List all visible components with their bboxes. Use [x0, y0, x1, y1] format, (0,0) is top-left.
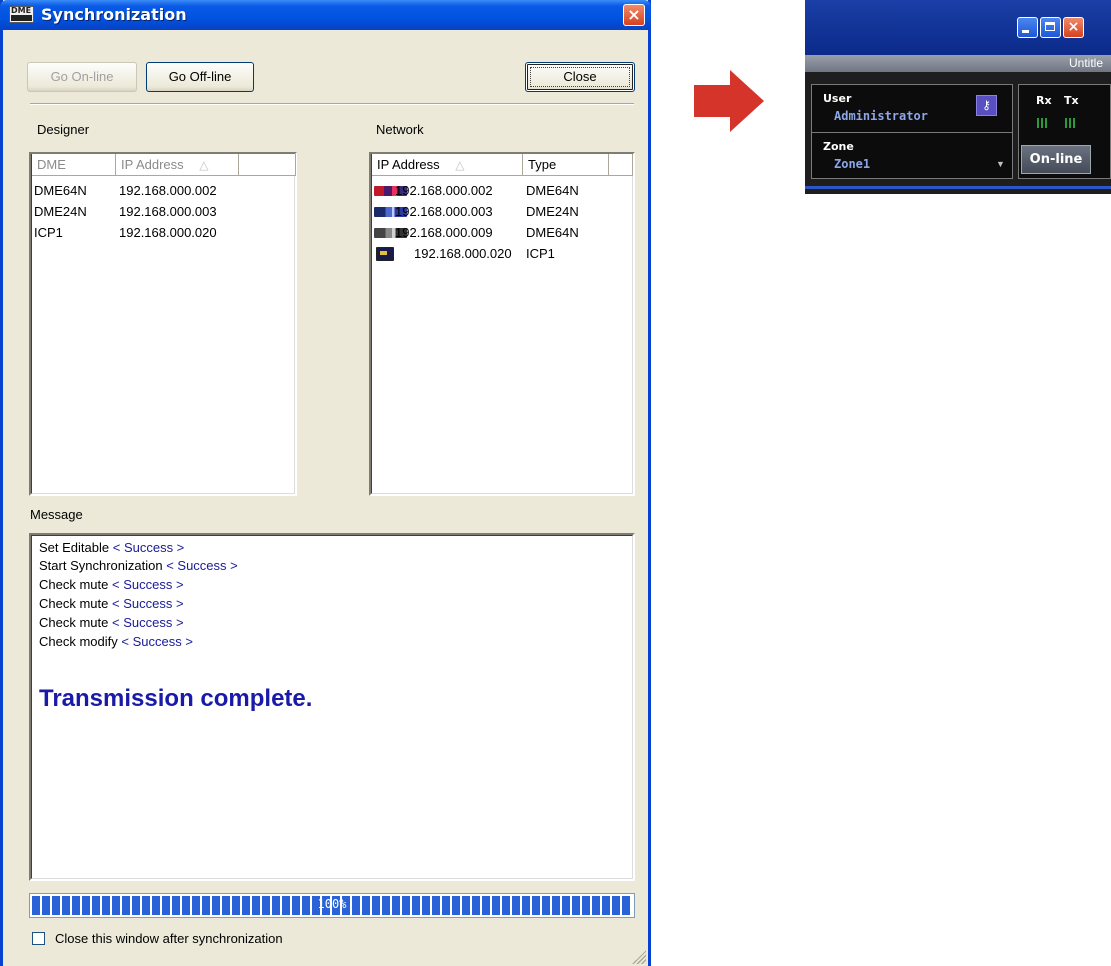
- online-button[interactable]: On-line: [1021, 145, 1091, 174]
- network-ip-cell: 192.168.000.009: [395, 225, 493, 240]
- icp1-device-icon: [376, 247, 394, 261]
- designer-col-dme-label: DME: [37, 157, 66, 172]
- close-after-sync-checkbox[interactable]: [32, 932, 45, 945]
- network-ip-cell: 192.168.000.020: [414, 246, 512, 261]
- dialog-titlebar[interactable]: DME Synchronization ×: [0, 0, 651, 30]
- panel-close-button[interactable]: ×: [1063, 17, 1084, 38]
- message-text: Check mute: [39, 596, 109, 611]
- user-value[interactable]: Administrator: [834, 109, 928, 123]
- go-offline-label: Go Off-line: [168, 69, 232, 84]
- zone-label: Zone: [823, 140, 854, 153]
- tx-label: Tx: [1064, 94, 1079, 107]
- message-label: Message: [30, 507, 83, 522]
- separator: [30, 103, 634, 105]
- designer-col-empty[interactable]: [239, 154, 296, 176]
- network-type-cell: DME64N: [526, 183, 579, 198]
- list-item[interactable]: 192.168.000.003 DME24N: [374, 202, 632, 221]
- progress-bar: 100%: [29, 893, 635, 918]
- tx-meter-icon: [1065, 118, 1075, 128]
- message-line: Start Synchronization < Success >: [39, 556, 238, 575]
- synchronization-dialog: DME Synchronization × Go On-line Go Off-…: [0, 0, 651, 966]
- message-text: Start Synchronization: [39, 558, 163, 573]
- rx-label: Rx: [1036, 94, 1052, 107]
- list-item[interactable]: 192.168.000.009 DME64N: [374, 223, 632, 242]
- network-type-cell: DME24N: [526, 204, 579, 219]
- panel-subtitle-bar: Untitle: [805, 55, 1111, 72]
- go-online-button[interactable]: Go On-line: [27, 62, 137, 92]
- network-list[interactable]: IP Address △ Type 192.168.000.002 DME64N…: [369, 152, 635, 496]
- designer-dme-cell: DME24N: [34, 204, 87, 219]
- window-close-button[interactable]: ×: [623, 4, 645, 26]
- focus-rect: [530, 67, 630, 87]
- panel-window-title: Untitle: [1069, 56, 1104, 70]
- list-item[interactable]: 192.168.000.002 DME64N: [374, 181, 632, 200]
- panel-titlebar[interactable]: ×: [805, 0, 1111, 55]
- message-status: < Success >: [112, 596, 184, 611]
- rx-meter-icon: [1037, 118, 1047, 128]
- arrow-shaft: [694, 85, 730, 117]
- maximize-button[interactable]: [1040, 17, 1061, 38]
- designer-col-dme[interactable]: DME: [32, 154, 116, 176]
- user-label: User: [823, 92, 852, 105]
- message-text: Check mute: [39, 615, 109, 630]
- network-col-empty[interactable]: [609, 154, 633, 176]
- user-zone-divider: [812, 132, 1012, 133]
- message-status: < Success >: [112, 540, 185, 555]
- message-status: < Success >: [112, 577, 184, 592]
- message-line: Check mute < Success >: [39, 613, 184, 632]
- network-type-cell: ICP1: [526, 246, 555, 261]
- designer-col-ip-label: IP Address: [121, 157, 184, 172]
- message-text: Check mute: [39, 577, 109, 592]
- designer-col-ip[interactable]: IP Address △: [116, 154, 239, 176]
- designer-ip-cell: 192.168.000.002: [119, 183, 217, 198]
- sort-arrow-icon: △: [199, 158, 209, 172]
- network-label: Network: [376, 122, 424, 137]
- app-icon-bar: [11, 15, 32, 21]
- list-item[interactable]: 192.168.000.020 ICP1: [374, 244, 632, 263]
- transmission-complete-message: Transmission complete.: [39, 685, 313, 712]
- message-status: < Success >: [121, 634, 193, 649]
- panel-bottom-border: [805, 186, 1111, 189]
- designer-label: Designer: [37, 122, 90, 137]
- key-icon[interactable]: ⚷: [976, 95, 997, 116]
- message-status: < Success >: [166, 558, 238, 573]
- designer-list[interactable]: DME IP Address △ DME64N 192.168.000.002 …: [29, 152, 297, 496]
- message-line: Set Editable < Success >: [39, 538, 184, 557]
- message-line: Check modify < Success >: [39, 632, 193, 651]
- network-col-type[interactable]: Type: [523, 154, 609, 176]
- chevron-down-icon[interactable]: ▼: [996, 159, 1005, 169]
- network-type-cell: DME64N: [526, 225, 579, 240]
- go-offline-button[interactable]: Go Off-line: [146, 62, 254, 92]
- sort-arrow-icon: △: [455, 158, 465, 172]
- message-status: < Success >: [112, 615, 184, 630]
- go-online-label: Go On-line: [50, 69, 114, 84]
- designer-dme-cell: ICP1: [34, 225, 63, 240]
- zone-value[interactable]: Zone1: [834, 157, 870, 171]
- dialog-title: Synchronization: [41, 5, 187, 24]
- designer-dme-cell: DME64N: [34, 183, 87, 198]
- network-ip-cell: 192.168.000.002: [395, 183, 493, 198]
- network-col-type-label: Type: [528, 157, 557, 172]
- message-line: Check mute < Success >: [39, 594, 184, 613]
- network-col-ip-label: IP Address: [377, 157, 440, 172]
- resize-grip-icon[interactable]: [632, 950, 646, 964]
- dme-app-icon: DME: [9, 6, 34, 23]
- designer-ip-cell: 192.168.000.003: [119, 204, 217, 219]
- app-icon-text: DME: [11, 6, 32, 15]
- network-ip-cell: 192.168.000.003: [395, 204, 493, 219]
- message-text: Check modify: [39, 634, 118, 649]
- dme-main-panel: × Untitle User Administrator ⚷ Zone Zone…: [805, 0, 1111, 194]
- message-line: Check mute < Success >: [39, 575, 184, 594]
- designer-ip-cell: 192.168.000.020: [119, 225, 217, 240]
- network-col-ip[interactable]: IP Address △: [372, 154, 523, 176]
- progress-percent: 100%: [317, 897, 347, 911]
- close-after-sync-label[interactable]: Close this window after synchronization: [55, 931, 283, 946]
- arrow-head: [730, 70, 764, 132]
- minimize-button[interactable]: [1017, 17, 1038, 38]
- message-text: Set Editable: [39, 540, 110, 555]
- message-box[interactable]: Set Editable < Success > Start Synchroni…: [29, 533, 635, 881]
- close-button[interactable]: Close: [525, 62, 635, 92]
